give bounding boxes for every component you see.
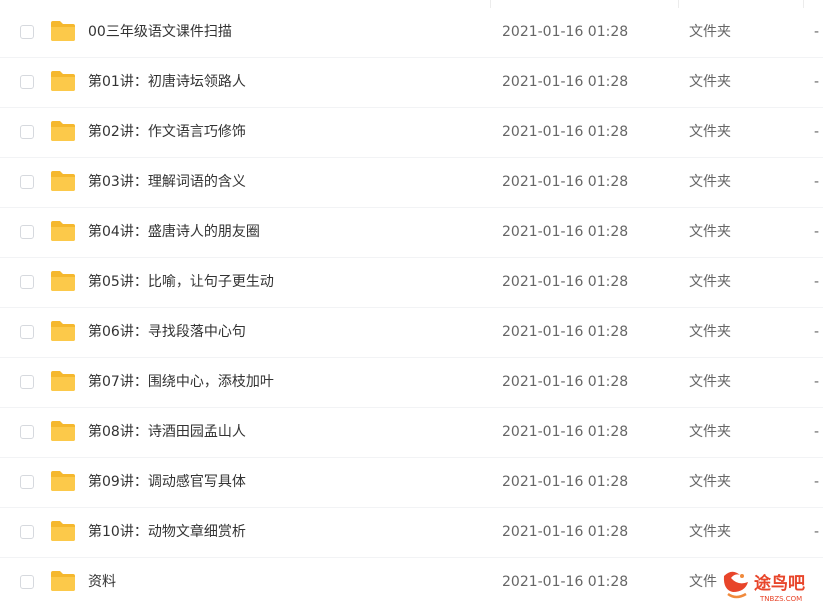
column-divider[interactable]: [678, 0, 679, 8]
file-row[interactable]: 第03讲：理解词语的含义 2021-01-16 01:28 文件夹 -: [0, 158, 823, 208]
row-checkbox[interactable]: [20, 175, 34, 189]
file-list: 00三年级语文课件扫描 2021-01-16 01:28 文件夹 - 第01讲：初唐诗坛…: [0, 0, 823, 605]
folder-icon: [51, 71, 75, 91]
file-type: 文件夹: [689, 374, 731, 390]
file-size: -: [814, 24, 820, 40]
file-row[interactable]: 第02讲：作文语言巧修饰 2021-01-16 01:28 文件夹 -: [0, 108, 823, 158]
file-size: -: [814, 474, 820, 490]
column-divider[interactable]: [490, 0, 491, 8]
modified-date: 2021-01-16 01:28: [502, 574, 629, 590]
row-checkbox[interactable]: [20, 425, 34, 439]
modified-date: 2021-01-16 01:28: [502, 24, 629, 40]
row-checkbox[interactable]: [20, 75, 34, 89]
file-type: 文件夹: [689, 524, 731, 540]
file-type: 文件夹: [689, 324, 731, 340]
folder-icon: [51, 321, 75, 341]
file-size: -: [814, 424, 820, 440]
modified-date: 2021-01-16 01:28: [502, 524, 629, 540]
watermark: 途鸟吧 TNBZS.COM: [718, 566, 823, 605]
folder-icon: [51, 121, 75, 141]
file-name[interactable]: 00三年级语文课件扫描: [88, 22, 232, 42]
file-name[interactable]: 第04讲：盛唐诗人的朋友圈: [88, 222, 260, 242]
file-row[interactable]: 资料 2021-01-16 01:28 文件: [0, 558, 823, 605]
row-checkbox[interactable]: [20, 525, 34, 539]
file-name[interactable]: 第07讲：围绕中心，添枝加叶: [88, 372, 274, 392]
file-row[interactable]: 第09讲：调动感官写具体 2021-01-16 01:28 文件夹 -: [0, 458, 823, 508]
watermark-subtext: TNBZS.COM: [759, 595, 802, 603]
row-checkbox[interactable]: [20, 275, 34, 289]
file-type: 文件夹: [689, 424, 731, 440]
bird-logo-icon: 途鸟吧 TNBZS.COM: [723, 571, 805, 603]
modified-date: 2021-01-16 01:28: [502, 374, 629, 390]
modified-date: 2021-01-16 01:28: [502, 474, 629, 490]
file-type: 文件夹: [689, 124, 731, 140]
row-checkbox[interactable]: [20, 375, 34, 389]
column-divider[interactable]: [803, 0, 804, 8]
folder-icon: [51, 271, 75, 291]
file-row[interactable]: 第08讲：诗酒田园孟山人 2021-01-16 01:28 文件夹 -: [0, 408, 823, 458]
folder-icon: [51, 21, 75, 41]
file-type: 文件夹: [689, 224, 731, 240]
file-size: -: [814, 524, 820, 540]
folder-icon: [51, 371, 75, 391]
modified-date: 2021-01-16 01:28: [502, 74, 629, 90]
modified-date: 2021-01-16 01:28: [502, 124, 629, 140]
row-checkbox[interactable]: [20, 25, 34, 39]
file-row[interactable]: 第07讲：围绕中心，添枝加叶 2021-01-16 01:28 文件夹 -: [0, 358, 823, 408]
file-name[interactable]: 第05讲：比喻，让句子更生动: [88, 272, 274, 292]
watermark-text: 途鸟吧: [754, 573, 805, 594]
file-type: 文件夹: [689, 274, 731, 290]
file-type: 文件夹: [689, 174, 731, 190]
file-row[interactable]: 第04讲：盛唐诗人的朋友圈 2021-01-16 01:28 文件夹 -: [0, 208, 823, 258]
row-checkbox[interactable]: [20, 125, 34, 139]
file-type: 文件夹: [689, 24, 731, 40]
folder-icon: [51, 221, 75, 241]
file-size: -: [814, 174, 820, 190]
file-name[interactable]: 第02讲：作文语言巧修饰: [88, 122, 246, 142]
modified-date: 2021-01-16 01:28: [502, 324, 629, 340]
modified-date: 2021-01-16 01:28: [502, 174, 629, 190]
file-size: -: [814, 74, 820, 90]
folder-icon: [51, 421, 75, 441]
modified-date: 2021-01-16 01:28: [502, 424, 629, 440]
file-type: 文件夹: [689, 74, 731, 90]
file-type: 文件夹: [689, 474, 731, 490]
file-name[interactable]: 第06讲：寻找段落中心句: [88, 322, 246, 342]
file-row[interactable]: 第01讲：初唐诗坛领路人 2021-01-16 01:28 文件夹 -: [0, 58, 823, 108]
file-size: -: [814, 374, 820, 390]
file-name[interactable]: 第08讲：诗酒田园孟山人: [88, 422, 246, 442]
file-name[interactable]: 第03讲：理解词语的含义: [88, 172, 246, 192]
file-row[interactable]: 第06讲：寻找段落中心句 2021-01-16 01:28 文件夹 -: [0, 308, 823, 358]
folder-icon: [51, 521, 75, 541]
file-row[interactable]: 第10讲：动物文章细赏析 2021-01-16 01:28 文件夹 -: [0, 508, 823, 558]
folder-icon: [51, 471, 75, 491]
file-name[interactable]: 资料: [88, 572, 116, 592]
row-checkbox[interactable]: [20, 225, 34, 239]
modified-date: 2021-01-16 01:28: [502, 224, 629, 240]
row-checkbox[interactable]: [20, 325, 34, 339]
file-size: -: [814, 324, 820, 340]
file-size: -: [814, 224, 820, 240]
row-checkbox[interactable]: [20, 575, 34, 589]
file-row[interactable]: 第05讲：比喻，让句子更生动 2021-01-16 01:28 文件夹 -: [0, 258, 823, 308]
folder-icon: [51, 171, 75, 191]
file-size: -: [814, 124, 820, 140]
modified-date: 2021-01-16 01:28: [502, 274, 629, 290]
file-size: -: [814, 274, 820, 290]
folder-icon: [51, 571, 75, 591]
file-name[interactable]: 第01讲：初唐诗坛领路人: [88, 72, 246, 92]
file-name[interactable]: 第09讲：调动感官写具体: [88, 472, 246, 492]
file-name[interactable]: 第10讲：动物文章细赏析: [88, 522, 246, 542]
file-row[interactable]: 00三年级语文课件扫描 2021-01-16 01:28 文件夹 -: [0, 8, 823, 58]
row-checkbox[interactable]: [20, 475, 34, 489]
file-type: 文件: [689, 574, 717, 590]
column-header-dividers: [0, 0, 823, 8]
